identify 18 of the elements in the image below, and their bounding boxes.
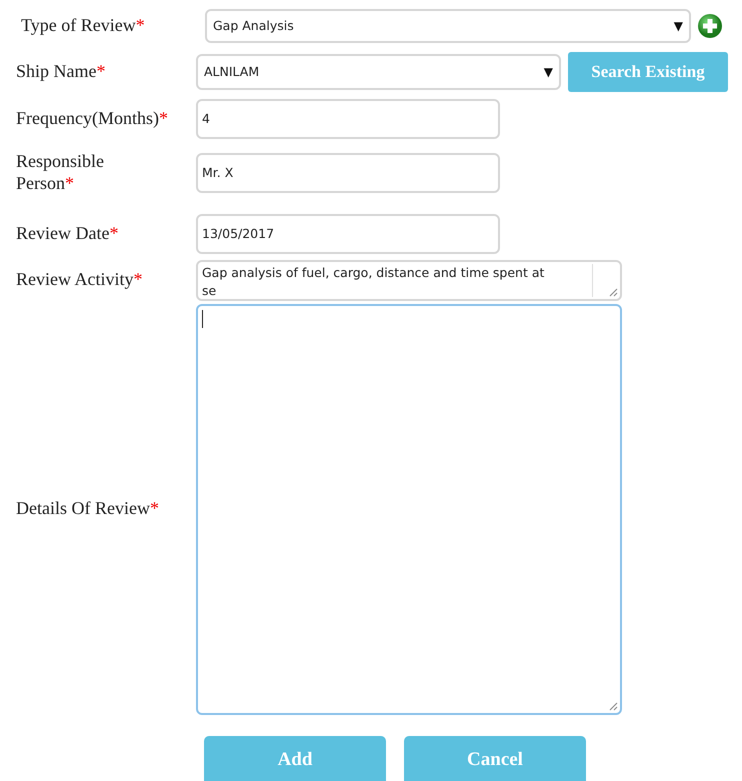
- text-field[interactable]: 13/05/2017: [196, 214, 500, 254]
- add-icon[interactable]: [697, 13, 723, 39]
- field-label: Details Of Review*: [16, 498, 159, 518]
- text-field[interactable]: 4: [196, 99, 500, 139]
- dropdown-field[interactable]: Gap Analysis ▼: [205, 9, 691, 43]
- caret-icon: ▼: [674, 17, 683, 35]
- field-label: Frequency(Months)*: [16, 108, 168, 128]
- text-area[interactable]: Gap analysis of fuel, cargo, distance and time spent at se: [196, 260, 622, 300]
- resize-grip-icon[interactable]: [608, 700, 618, 710]
- field-label: Type of Review*: [21, 15, 145, 36]
- text-field[interactable]: Mr. X: [196, 153, 500, 193]
- dropdown-field[interactable]: ALNILAM ▼: [196, 54, 561, 90]
- field-label: Responsible Person*: [16, 151, 104, 193]
- field-label: Review Activity*: [16, 269, 142, 290]
- field-label: Review Date*: [16, 223, 118, 244]
- caret-icon: ▼: [544, 63, 553, 81]
- field-label: Ship Name*: [16, 61, 106, 82]
- resize-grip-icon[interactable]: [608, 286, 618, 296]
